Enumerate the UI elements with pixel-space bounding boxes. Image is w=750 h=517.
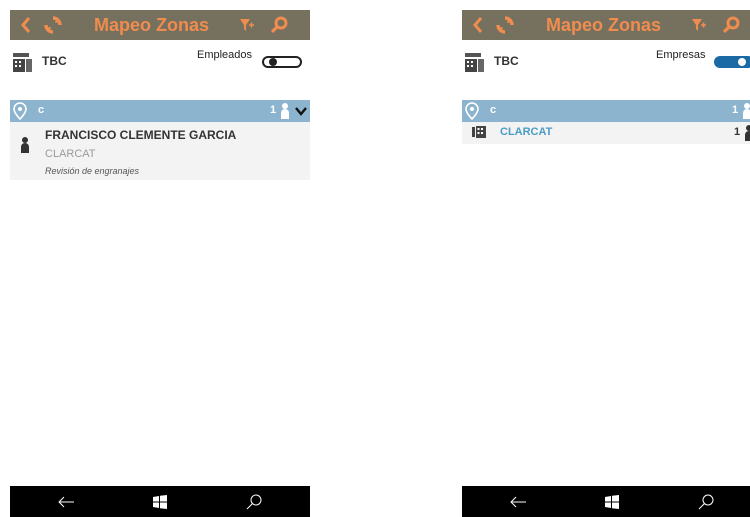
company-entry-name[interactable]: CLARCAT (500, 126, 552, 138)
nav-back-button[interactable] (55, 486, 77, 517)
person-icon (743, 103, 750, 119)
search-icon (270, 16, 288, 34)
company-row: TBC Empleados (10, 40, 310, 100)
person-icon (21, 137, 29, 153)
filter-icon (240, 19, 254, 31)
toggle-knob (738, 58, 746, 66)
system-nav-bar (10, 486, 310, 517)
company-entry-count: 1 (734, 126, 741, 138)
left-screen: Mapeo Zonas TBC Empleados c 1 FRANCISCO … (10, 10, 310, 517)
filter-button[interactable] (236, 10, 258, 40)
nav-home-button[interactable] (149, 486, 171, 517)
building-icon (472, 126, 486, 138)
windows-logo-icon (153, 494, 167, 509)
app-header: Mapeo Zonas (10, 10, 310, 40)
page-title: Mapeo Zonas (94, 15, 210, 35)
list-item[interactable]: CLARCAT 1 (462, 122, 750, 144)
sync-icon (44, 16, 62, 34)
nav-back-arrow-icon (58, 496, 74, 507)
zone-count: 1 (270, 104, 277, 116)
list-item[interactable]: FRANCISCO CLEMENTE GARCIA CLARCAT Revisi… (10, 122, 310, 180)
back-button[interactable] (16, 10, 36, 40)
zone-name: c (490, 104, 497, 116)
view-toggle[interactable] (714, 56, 750, 68)
sync-button[interactable] (42, 10, 64, 40)
toggle-label: Empresas (656, 49, 706, 61)
chevron-down-icon[interactable] (294, 104, 308, 118)
person-icon (745, 125, 750, 141)
employee-company: CLARCAT (45, 148, 96, 160)
system-nav-bar (462, 486, 750, 517)
sync-icon (496, 16, 514, 34)
nav-search-button[interactable] (695, 486, 717, 517)
building-icon (465, 53, 484, 72)
nav-back-button[interactable] (507, 486, 529, 517)
filter-icon (692, 19, 706, 31)
person-icon (281, 103, 289, 119)
filter-button[interactable] (688, 10, 710, 40)
sync-button[interactable] (494, 10, 516, 40)
zone-name: c (38, 104, 45, 116)
right-screen: Mapeo Zonas TBC Empresas c 1 CLARCAT 1 (462, 10, 750, 517)
company-row: TBC Empresas (462, 40, 750, 100)
page-title: Mapeo Zonas (546, 15, 662, 35)
nav-search-icon (246, 494, 262, 509)
employee-name: FRANCISCO CLEMENTE GARCIA (45, 128, 237, 142)
employee-task: Revisión de engranajes (45, 166, 140, 176)
app-header: Mapeo Zonas (462, 10, 750, 40)
search-button[interactable] (268, 10, 290, 40)
zone-header[interactable]: c 1 (10, 100, 310, 122)
nav-search-icon (698, 494, 714, 509)
view-toggle[interactable] (262, 56, 302, 68)
back-chevron-icon (473, 17, 483, 33)
windows-logo-icon (605, 494, 619, 509)
location-pin-icon (13, 102, 27, 120)
toggle-knob (269, 58, 277, 66)
nav-home-button[interactable] (601, 486, 623, 517)
zone-count: 1 (732, 104, 739, 116)
back-button[interactable] (468, 10, 488, 40)
location-pin-icon (465, 102, 479, 120)
search-icon (722, 16, 740, 34)
search-button[interactable] (720, 10, 742, 40)
nav-back-arrow-icon (510, 496, 526, 507)
company-name: TBC (42, 54, 67, 68)
company-name: TBC (494, 54, 519, 68)
building-icon (13, 53, 32, 72)
zone-header[interactable]: c 1 (462, 100, 750, 122)
nav-search-button[interactable] (243, 486, 265, 517)
toggle-label: Empleados (197, 49, 253, 61)
back-chevron-icon (21, 17, 31, 33)
